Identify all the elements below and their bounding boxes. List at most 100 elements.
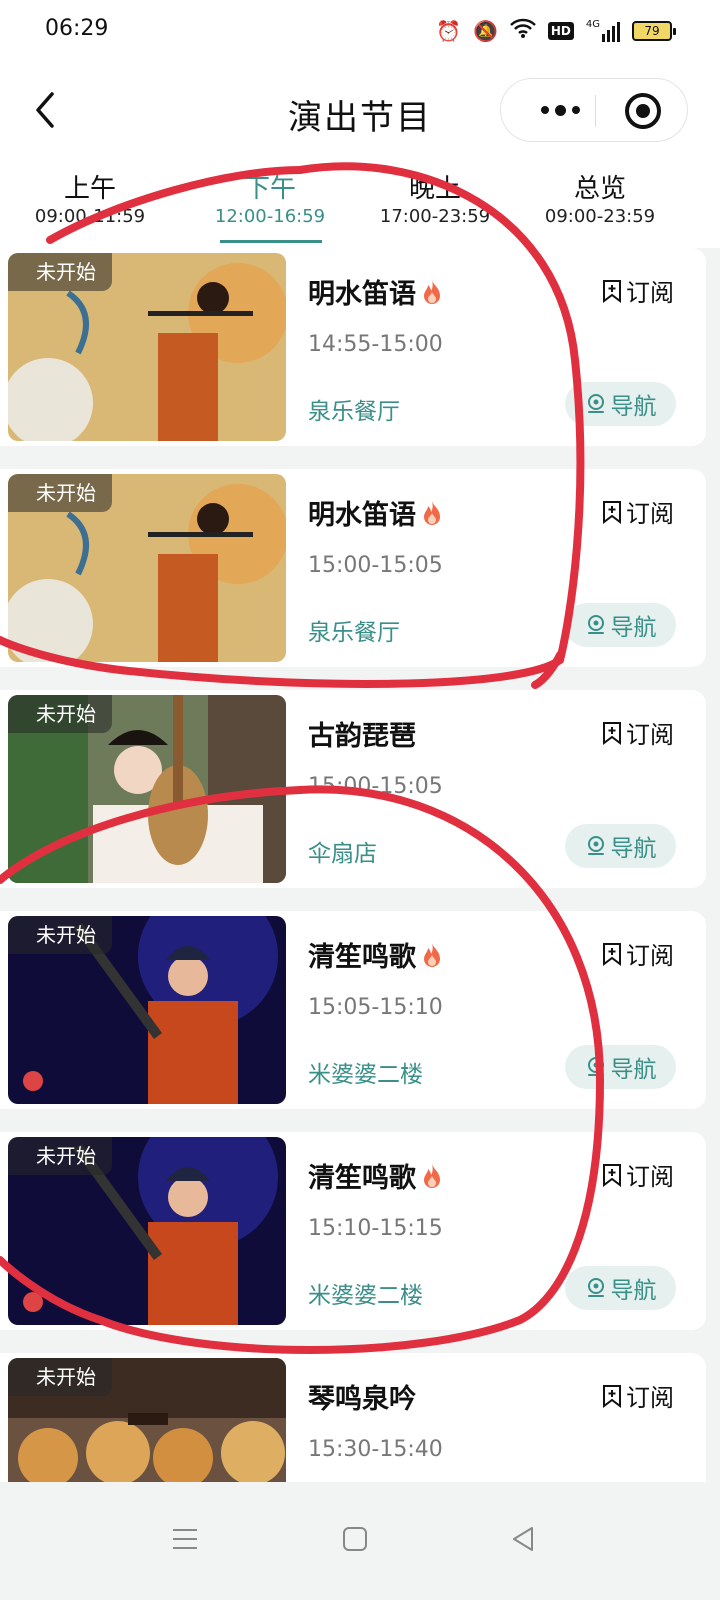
- performance-title: 明水笛语: [308, 493, 444, 532]
- subscribe-button[interactable]: 订阅: [602, 1157, 674, 1192]
- tab-morning[interactable]: 上午 09:00-11:59: [0, 168, 180, 227]
- status-badge: 未开始: [8, 474, 112, 512]
- navigate-button[interactable]: 导航: [565, 382, 676, 426]
- tab-overview[interactable]: 总览 09:00-23:59: [510, 168, 690, 227]
- status-badge: 未开始: [8, 1137, 112, 1175]
- time-tabs: 上午 09:00-11:59 下午 12:00-16:59 晚上 17:00-2…: [0, 154, 720, 248]
- bookmark-add-icon: [603, 942, 621, 966]
- performance-card[interactable]: 未开始 古韵琵琶 15:00-15:05 伞扇店 订阅 导航: [0, 690, 706, 888]
- location-pin-icon: [587, 836, 604, 855]
- menu-icon[interactable]: [170, 1524, 200, 1554]
- tab-afternoon[interactable]: 下午 12:00-16:59: [180, 168, 360, 227]
- subscribe-button[interactable]: 订阅: [602, 1378, 674, 1413]
- performance-card[interactable]: 未开始 琴鸣泉吟 15:30-15:40 订阅: [0, 1353, 706, 1482]
- more-dot-icon: [540, 106, 549, 114]
- performance-title: 明水笛语: [308, 272, 444, 311]
- tab-label: 下午: [243, 174, 296, 204]
- wifi-icon: [509, 18, 536, 43]
- subscribe-button[interactable]: 订阅: [602, 494, 674, 529]
- performance-time: 15:30-15:40: [308, 1437, 443, 1462]
- navigate-button[interactable]: 导航: [565, 603, 676, 647]
- performance-title: 清笙鸣歌: [308, 935, 444, 974]
- capsule-divider: [595, 95, 596, 127]
- fire-icon: [424, 500, 440, 525]
- tab-label: 总览: [573, 174, 626, 204]
- bookmark-add-icon: [603, 721, 621, 745]
- subscribe-label: 订阅: [626, 279, 674, 307]
- navigate-button[interactable]: 导航: [565, 824, 676, 868]
- performance-venue[interactable]: 米婆婆二楼: [308, 1276, 423, 1310]
- status-icons: ⏰ 🔕 HD 4G 79: [436, 18, 676, 43]
- performance-card[interactable]: 未开始 清笙鸣歌 15:05-15:10 米婆婆二楼 订阅 导航: [0, 911, 706, 1109]
- subscribe-label: 订阅: [626, 942, 674, 970]
- more-dot-icon: [554, 104, 566, 116]
- performance-title: 清笙鸣歌: [308, 1156, 444, 1195]
- navigate-label: 导航: [610, 615, 657, 641]
- back-nav-icon[interactable]: [508, 1524, 538, 1554]
- bookmark-add-icon: [603, 1163, 621, 1187]
- status-bar: 06:29 ⏰ 🔕 HD 4G 79: [0, 0, 720, 64]
- location-pin-icon: [587, 1057, 604, 1076]
- tab-range: 09:00-11:59: [34, 206, 146, 227]
- mute-icon: 🔕: [472, 18, 498, 43]
- location-pin-icon: [587, 615, 604, 634]
- fire-icon: [424, 279, 440, 304]
- performance-card[interactable]: 未开始 明水笛语 14:55-15:00 泉乐餐厅 订阅 导航: [0, 248, 706, 446]
- system-nav-bar: [0, 1482, 720, 1600]
- performance-time: 15:00-15:05: [308, 553, 443, 578]
- performance-time: 15:00-15:05: [308, 774, 443, 799]
- performance-venue[interactable]: 泉乐餐厅: [308, 613, 400, 647]
- bookmark-add-icon: [603, 1384, 621, 1408]
- performance-time: 15:10-15:15: [308, 1216, 443, 1241]
- tab-label: 上午: [63, 174, 116, 204]
- close-miniprogram-button[interactable]: [625, 93, 661, 129]
- performance-venue[interactable]: 米婆婆二楼: [308, 1055, 423, 1089]
- performance-card[interactable]: 未开始 清笙鸣歌 15:10-15:15 米婆婆二楼 订阅 导航: [0, 1132, 706, 1330]
- more-dot-icon: [571, 106, 580, 114]
- location-pin-icon: [587, 1278, 604, 1297]
- navigate-label: 导航: [610, 836, 657, 862]
- navigate-button[interactable]: 导航: [565, 1045, 676, 1089]
- fire-icon: [424, 1163, 440, 1188]
- status-badge: 未开始: [8, 916, 112, 954]
- tab-range: 09:00-23:59: [544, 206, 656, 227]
- hd-icon: HD: [547, 21, 574, 40]
- status-badge: 未开始: [8, 695, 112, 733]
- status-badge: 未开始: [8, 253, 112, 291]
- fire-icon: [424, 942, 440, 967]
- performance-title: 琴鸣泉吟: [308, 1384, 416, 1415]
- performance-title: 古韵琵琶: [308, 721, 416, 752]
- status-badge: 未开始: [8, 1358, 112, 1396]
- subscribe-button[interactable]: 订阅: [602, 273, 674, 308]
- tab-evening[interactable]: 晚上 17:00-23:59: [345, 168, 525, 227]
- subscribe-label: 订阅: [626, 1384, 674, 1412]
- navigate-button[interactable]: 导航: [565, 1266, 676, 1310]
- subscribe-button[interactable]: 订阅: [602, 715, 674, 750]
- subscribe-label: 订阅: [626, 721, 674, 749]
- active-tab-indicator: [220, 240, 322, 243]
- status-time: 06:29: [45, 16, 109, 41]
- navigate-label: 导航: [610, 1278, 657, 1304]
- tab-range: 12:00-16:59: [214, 206, 326, 227]
- tab-label: 晚上: [408, 174, 461, 204]
- subscribe-button[interactable]: 订阅: [602, 936, 674, 971]
- performance-time: 15:05-15:10: [308, 995, 443, 1020]
- page-header: 演出节目: [0, 64, 720, 154]
- subscribe-label: 订阅: [626, 500, 674, 528]
- bookmark-add-icon: [603, 279, 621, 303]
- bookmark-add-icon: [603, 500, 621, 524]
- navigate-label: 导航: [610, 1057, 657, 1083]
- miniprogram-capsule: [500, 78, 688, 142]
- performance-time: 14:55-15:00: [308, 332, 443, 357]
- alarm-icon: ⏰: [436, 18, 461, 43]
- navigate-label: 导航: [610, 394, 657, 420]
- subscribe-label: 订阅: [626, 1163, 674, 1191]
- performance-venue[interactable]: 伞扇店: [308, 834, 377, 868]
- performance-venue[interactable]: 泉乐餐厅: [308, 392, 400, 426]
- more-button[interactable]: [525, 79, 595, 141]
- location-pin-icon: [587, 394, 604, 413]
- battery-indicator: 79: [632, 20, 676, 41]
- performance-card[interactable]: 未开始 明水笛语 15:00-15:05 泉乐餐厅 订阅 导航: [0, 469, 706, 667]
- home-icon[interactable]: [340, 1524, 370, 1554]
- signal-icon: 4G: [586, 19, 620, 42]
